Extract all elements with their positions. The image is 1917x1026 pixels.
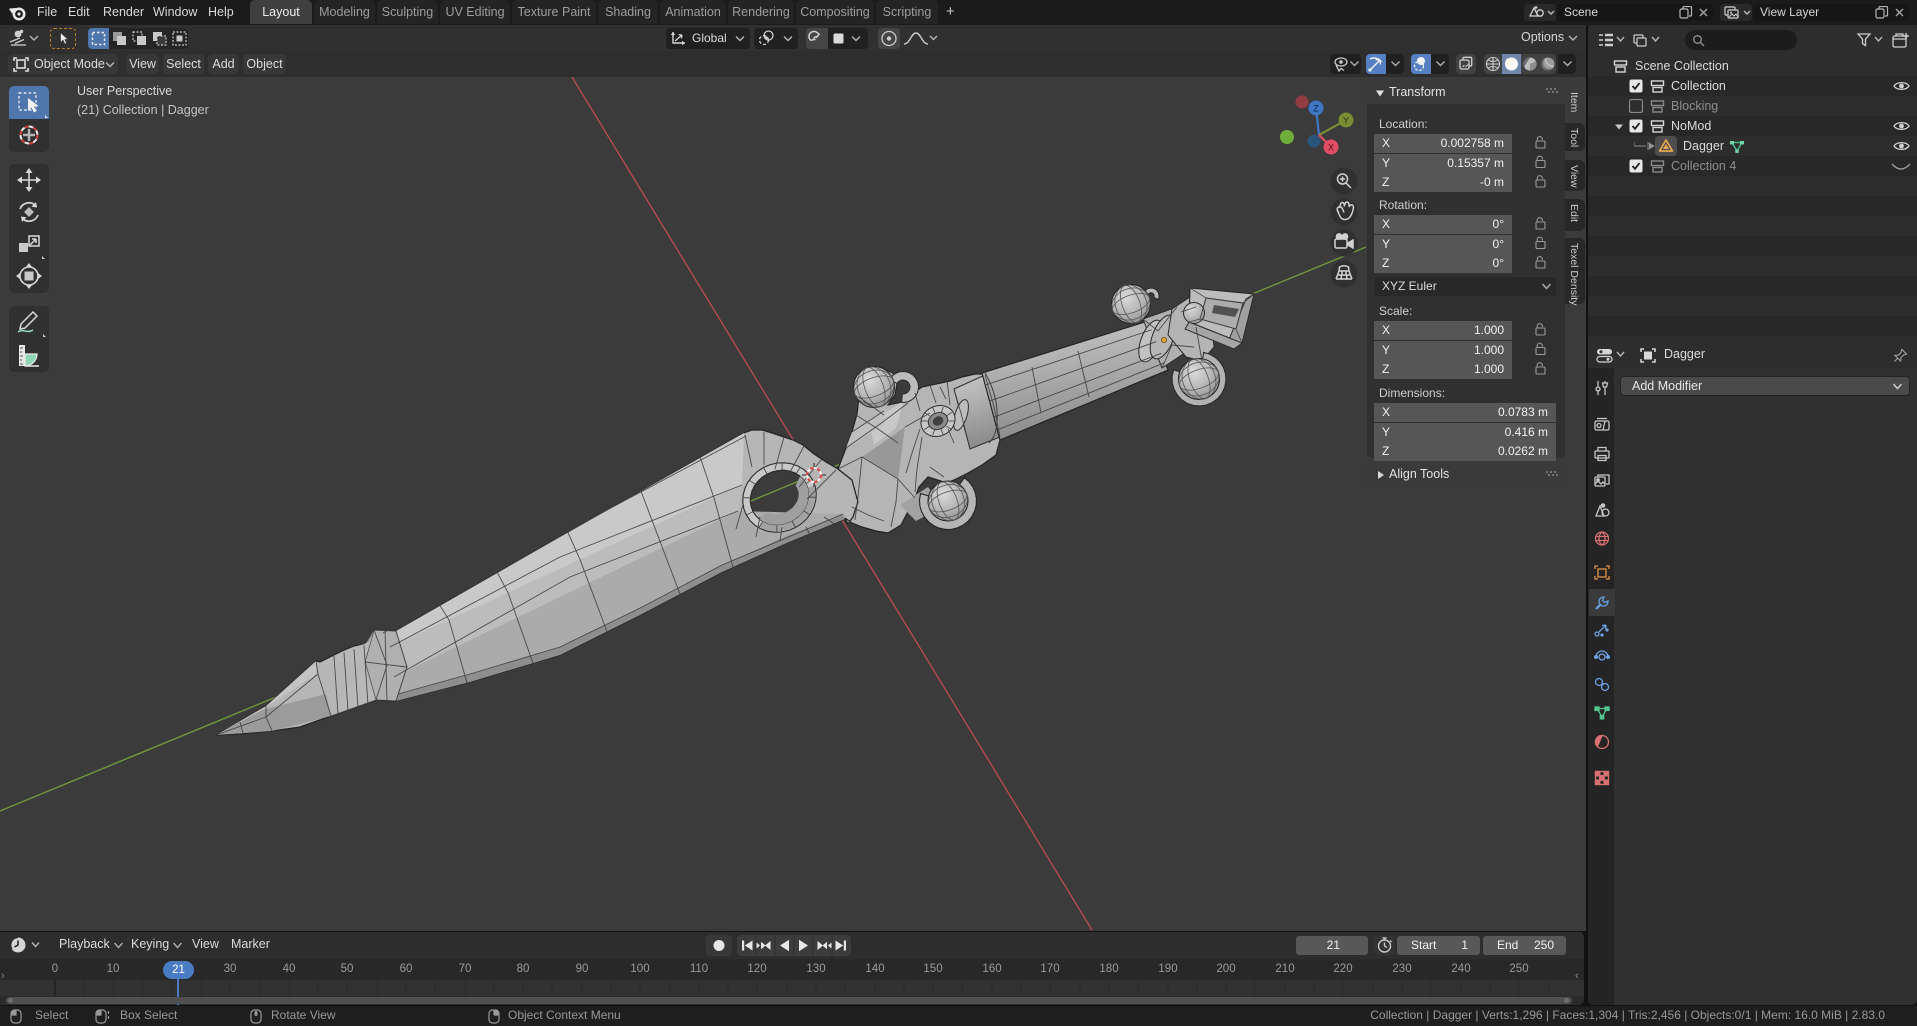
svg-text:Z: Z (1313, 104, 1319, 114)
svg-text:Y: Y (1343, 116, 1349, 126)
svg-text:X: X (1328, 143, 1334, 153)
